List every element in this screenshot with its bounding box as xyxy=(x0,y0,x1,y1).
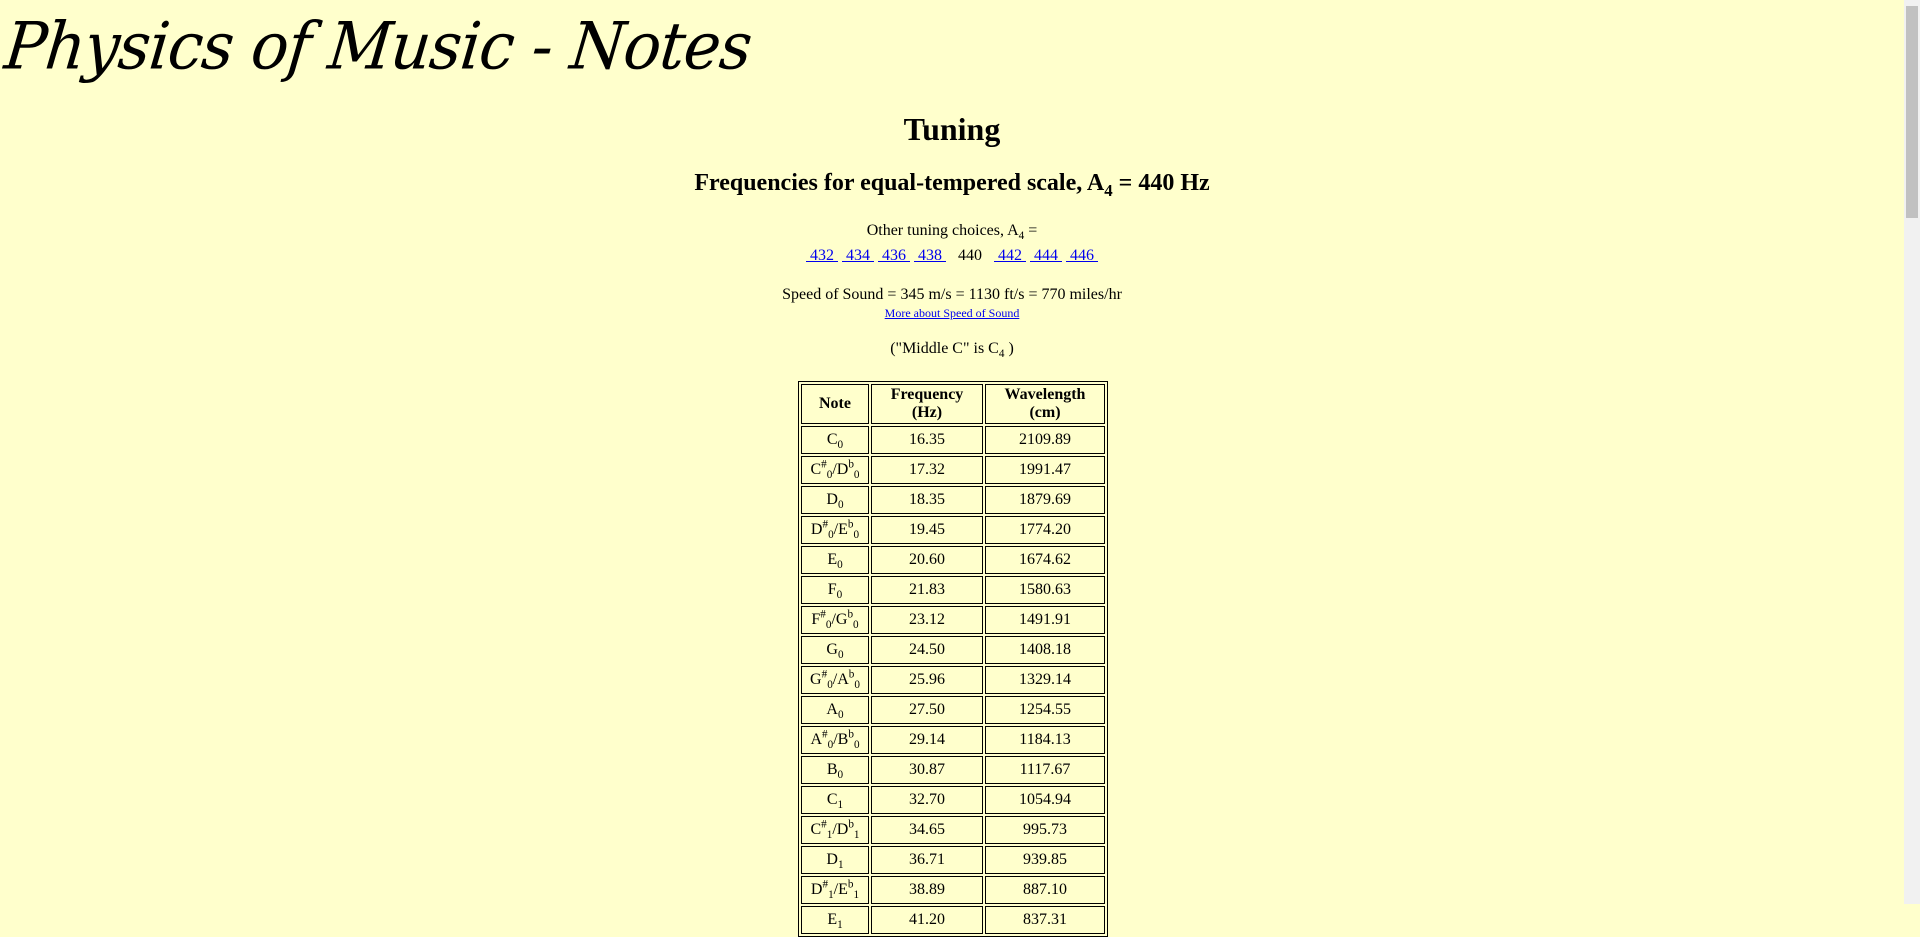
header-frequency: Frequency (Hz) xyxy=(871,384,983,424)
table-row: C0 16.35 2109.89 xyxy=(801,426,1105,454)
note-cell: A#0/Bb0 xyxy=(801,726,869,754)
wavelength-cell: 1879.69 xyxy=(985,486,1105,514)
frequency-cell: 20.60 xyxy=(871,546,983,574)
speed-of-sound: Speed of Sound = 345 m/s = 1130 ft/s = 7… xyxy=(782,286,1122,303)
table-row: B0 30.87 1117.67 xyxy=(801,756,1105,784)
table-row: D1 36.71 939.85 xyxy=(801,846,1105,874)
page-heading-wrap: Tuning xyxy=(0,111,1904,148)
table-row: F#0/Gb0 23.12 1491.91 xyxy=(801,606,1105,634)
wavelength-cell: 1491.91 xyxy=(985,606,1105,634)
table-row: D#1/Eb1 38.89 887.10 xyxy=(801,876,1105,904)
frequency-cell: 21.83 xyxy=(871,576,983,604)
frequency-cell: 30.87 xyxy=(871,756,983,784)
tuning-link-442[interactable]: 442 xyxy=(994,247,1026,264)
frequency-cell: 38.89 xyxy=(871,876,983,904)
frequency-cell: 32.70 xyxy=(871,786,983,814)
frequency-cell: 18.35 xyxy=(871,486,983,514)
table-row: E0 20.60 1674.62 xyxy=(801,546,1105,574)
table-header-row: Note Frequency (Hz) Wavelength (cm) xyxy=(801,384,1105,424)
table-row: G0 24.50 1408.18 xyxy=(801,636,1105,664)
note-cell: D1 xyxy=(801,846,869,874)
note-cell: F0 xyxy=(801,576,869,604)
tuning-link-434[interactable]: 434 xyxy=(842,247,874,264)
table-row: C1 32.70 1054.94 xyxy=(801,786,1105,814)
other-tuning-label: Other tuning choices, A4 = xyxy=(866,222,1038,243)
wavelength-cell: 1580.63 xyxy=(985,576,1105,604)
table-row: E1 41.20 837.31 xyxy=(801,906,1105,934)
frequency-table: Note Frequency (Hz) Wavelength (cm) C0 16… xyxy=(798,381,1108,937)
frequency-cell: 23.12 xyxy=(871,606,983,634)
frequency-cell: 24.50 xyxy=(871,636,983,664)
frequency-cell: 29.14 xyxy=(871,726,983,754)
frequency-cell: 16.35 xyxy=(871,426,983,454)
table-row: A0 27.50 1254.55 xyxy=(801,696,1105,724)
table-row: D#0/Eb0 19.45 1774.20 xyxy=(801,516,1105,544)
note-cell: B0 xyxy=(801,756,869,784)
table-row: C#1/Db1 34.65 995.73 xyxy=(801,816,1105,844)
table-row: C#0/Db0 17.32 1991.47 xyxy=(801,456,1105,484)
note-cell: G#0/Ab0 xyxy=(801,666,869,694)
wavelength-cell: 887.10 xyxy=(985,876,1105,904)
table-row: D0 18.35 1879.69 xyxy=(801,486,1105,514)
wavelength-cell: 1329.14 xyxy=(985,666,1105,694)
note-cell: A0 xyxy=(801,696,869,724)
wavelength-cell: 1054.94 xyxy=(985,786,1105,814)
wavelength-cell: 1254.55 xyxy=(985,696,1105,724)
wavelength-cell: 1408.18 xyxy=(985,636,1105,664)
wavelength-cell: 1774.20 xyxy=(985,516,1105,544)
frequency-cell: 34.65 xyxy=(871,816,983,844)
frequency-cell: 25.96 xyxy=(871,666,983,694)
site-banner: Physics of Music - Notes xyxy=(1,7,755,85)
scrollbar-thumb[interactable] xyxy=(1906,6,1918,218)
page-title: Tuning xyxy=(903,111,1001,147)
frequency-cell: 36.71 xyxy=(871,846,983,874)
wavelength-cell: 837.31 xyxy=(985,906,1105,934)
frequency-cell: 27.50 xyxy=(871,696,983,724)
note-cell: C#1/Db1 xyxy=(801,816,869,844)
table-row: G#0/Ab0 25.96 1329.14 xyxy=(801,666,1105,694)
table-row: A#0/Bb0 29.14 1184.13 xyxy=(801,726,1105,754)
tuning-link-444[interactable]: 444 xyxy=(1030,247,1062,264)
note-cell: E1 xyxy=(801,906,869,934)
wavelength-cell: 1674.62 xyxy=(985,546,1105,574)
tuning-choices: 432 434 436 438 440 442 444 446 xyxy=(0,247,1904,265)
note-cell: D#0/Eb0 xyxy=(801,516,869,544)
note-cell: C0 xyxy=(801,426,869,454)
header-wavelength: Wavelength (cm) xyxy=(985,384,1105,424)
note-cell: G0 xyxy=(801,636,869,664)
note-cell: D#1/Eb1 xyxy=(801,876,869,904)
wavelength-cell: 939.85 xyxy=(985,846,1105,874)
middle-c-note: ("Middle C" is C4 ) xyxy=(890,340,1014,361)
subheading-wrap: Frequencies for equal-tempered scale, A4… xyxy=(0,170,1904,200)
wavelength-cell: 2109.89 xyxy=(985,426,1105,454)
frequency-cell: 41.20 xyxy=(871,906,983,934)
page-subtitle: Frequencies for equal-tempered scale, A4… xyxy=(694,170,1210,200)
wavelength-cell: 1117.67 xyxy=(985,756,1105,784)
note-cell: C#0/Db0 xyxy=(801,456,869,484)
speed-of-sound-link[interactable]: More about Speed of Sound xyxy=(885,306,1020,320)
wavelength-cell: 995.73 xyxy=(985,816,1105,844)
table-row: F0 21.83 1580.63 xyxy=(801,576,1105,604)
frequency-cell: 19.45 xyxy=(871,516,983,544)
note-cell: C1 xyxy=(801,786,869,814)
tuning-link-436[interactable]: 436 xyxy=(878,247,910,264)
speed-link-wrap: More about Speed of Sound xyxy=(0,306,1904,321)
wavelength-cell: 1991.47 xyxy=(985,456,1105,484)
vertical-scrollbar[interactable] xyxy=(1904,0,1920,904)
tuning-link-446[interactable]: 446 xyxy=(1066,247,1098,264)
note-cell: E0 xyxy=(801,546,869,574)
tuning-link-438[interactable]: 438 xyxy=(914,247,946,264)
note-cell: D0 xyxy=(801,486,869,514)
tuning-current-440: 440 xyxy=(954,247,986,264)
tuning-link-432[interactable]: 432 xyxy=(806,247,838,264)
frequency-cell: 17.32 xyxy=(871,456,983,484)
note-cell: F#0/Gb0 xyxy=(801,606,869,634)
header-note: Note xyxy=(801,384,869,424)
wavelength-cell: 1184.13 xyxy=(985,726,1105,754)
